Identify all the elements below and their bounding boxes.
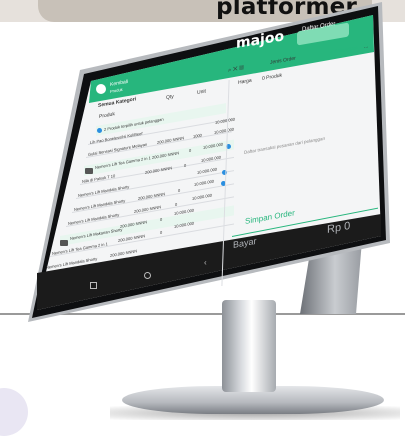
row-unit: 0: [160, 229, 163, 235]
row-unit: 0: [175, 201, 178, 207]
back-button[interactable]: [96, 84, 106, 94]
row-unit: 0: [184, 162, 187, 168]
row-unit: 0: [160, 216, 163, 222]
product-badge: [85, 168, 93, 174]
product-badge: [60, 240, 68, 246]
info-icon: [97, 128, 102, 133]
pos-terminal: Kembali Produk majoo Daftar Order ⌕ ✕ ▦ …: [0, 0, 405, 421]
row-unit: 0: [178, 187, 181, 193]
nav-back-icon[interactable]: ‹: [204, 258, 207, 267]
row-unit: 0: [189, 147, 192, 153]
nav-home-icon[interactable]: [144, 272, 151, 279]
nav-recent-icon[interactable]: [90, 282, 97, 289]
more-icon[interactable]: ...: [364, 43, 368, 50]
